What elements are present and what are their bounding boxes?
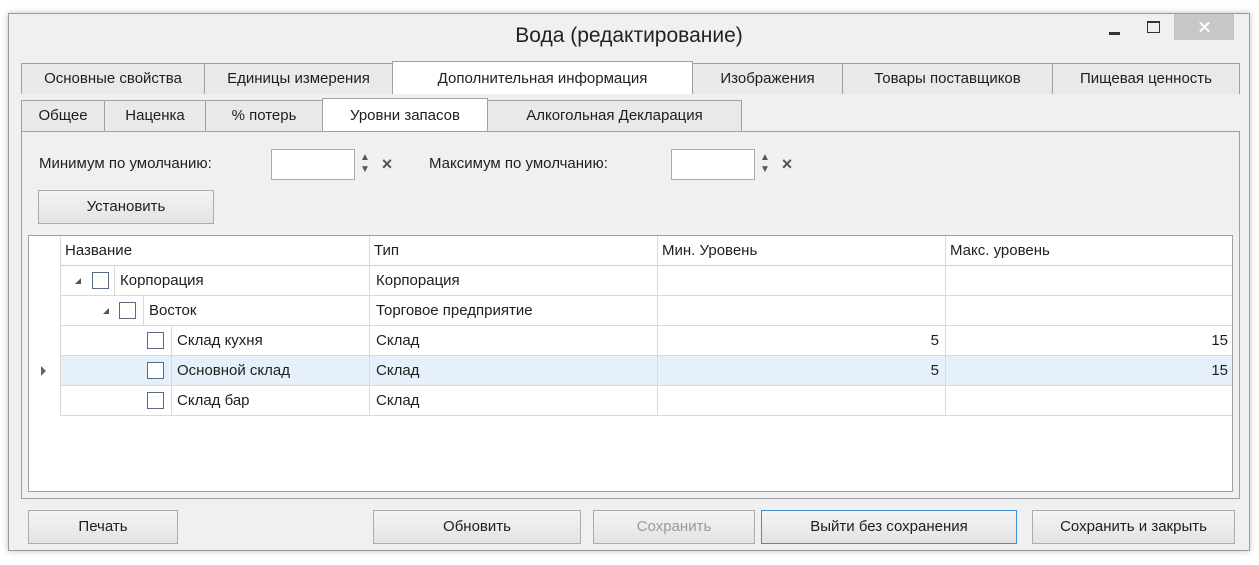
name-cell[interactable]: Склад бар (61, 386, 370, 416)
table-row[interactable]: Основной склад Склад 5 15 (29, 356, 1232, 386)
row-indicator (29, 326, 61, 356)
set-button[interactable]: Установить (38, 190, 214, 224)
checkbox[interactable] (147, 362, 164, 379)
table-row[interactable]: Склад бар Склад (29, 386, 1232, 416)
stock-levels-panel: Минимум по умолчанию: ▲ ▼ × Максимум по у… (21, 131, 1240, 499)
tab-general[interactable]: Общее (21, 100, 105, 131)
table-row[interactable]: Корпорация Корпорация (29, 266, 1232, 296)
min-cell[interactable] (658, 386, 946, 416)
maximize-icon[interactable] (1138, 14, 1168, 42)
max-cell[interactable] (946, 266, 1232, 296)
row-name: Основной склад (171, 356, 290, 386)
name-cell[interactable]: Корпорация (61, 266, 370, 296)
close-icon[interactable] (1174, 14, 1234, 40)
name-cell[interactable]: Восток (61, 296, 370, 326)
tab-alcohol-declaration[interactable]: Алкогольная Декларация (487, 100, 742, 131)
tab-stock-levels[interactable]: Уровни запасов (322, 98, 488, 131)
max-default-input[interactable] (671, 149, 755, 180)
tab-additional-info[interactable]: Дополнительная информация (392, 61, 693, 94)
min-default-label: Минимум по умолчанию: (39, 155, 212, 172)
collapse-icon[interactable] (75, 278, 81, 284)
exit-without-save-button[interactable]: Выйти без сохранения (761, 510, 1017, 544)
stock-levels-grid: Название Тип Мин. Уровень Макс. уровень … (28, 235, 1233, 492)
min-cell[interactable]: 5 (658, 326, 946, 356)
type-cell[interactable]: Склад (370, 356, 658, 386)
row-name: Склад кухня (171, 326, 263, 356)
row-indicator (29, 356, 61, 386)
tab-markup[interactable]: Наценка (104, 100, 206, 131)
tab-main-properties[interactable]: Основные свойства (21, 63, 205, 94)
tab-nutrition[interactable]: Пищевая ценность (1052, 63, 1240, 94)
name-cell[interactable]: Основной склад (61, 356, 370, 386)
tab-units[interactable]: Единицы измерения (204, 63, 393, 94)
max-clear-icon[interactable]: × (776, 149, 798, 180)
title-bar: Вода (редактирование) (9, 14, 1249, 58)
type-cell[interactable]: Склад (370, 326, 658, 356)
save-button[interactable]: Сохранить (593, 510, 755, 544)
row-name: Корпорация (114, 266, 204, 296)
min-cell[interactable] (658, 266, 946, 296)
row-indicator (29, 296, 61, 326)
table-row[interactable]: Восток Торговое предприятие (29, 296, 1232, 326)
min-spin-icon[interactable]: ▲ ▼ (354, 149, 376, 180)
tab-supplier-goods[interactable]: Товары поставщиков (842, 63, 1053, 94)
row-indicator (29, 266, 61, 296)
min-cell[interactable]: 5 (658, 356, 946, 386)
max-default-label: Максимум по умолчанию: (429, 155, 608, 172)
checkbox[interactable] (92, 272, 109, 289)
checkbox[interactable] (147, 332, 164, 349)
collapse-icon[interactable] (103, 308, 109, 314)
max-cell[interactable]: 15 (946, 356, 1232, 386)
save-and-close-button[interactable]: Сохранить и закрыть (1032, 510, 1235, 544)
checkbox[interactable] (147, 392, 164, 409)
minimize-icon[interactable] (1100, 14, 1130, 42)
row-name: Склад бар (171, 386, 250, 416)
grid-corner (29, 236, 61, 266)
max-cell[interactable]: 15 (946, 326, 1232, 356)
print-button[interactable]: Печать (28, 510, 178, 544)
tab-images[interactable]: Изображения (692, 63, 843, 94)
max-cell[interactable] (946, 386, 1232, 416)
type-cell[interactable]: Торговое предприятие (370, 296, 658, 326)
current-row-icon (41, 366, 46, 376)
checkbox[interactable] (119, 302, 136, 319)
type-cell[interactable]: Корпорация (370, 266, 658, 296)
max-spin-icon[interactable]: ▲ ▼ (754, 149, 776, 180)
min-default-input[interactable] (271, 149, 355, 180)
edit-window: Вода (редактирование) Основные свойства … (8, 13, 1250, 551)
window-title: Вода (редактирование) (515, 24, 743, 47)
table-row[interactable]: Склад кухня Склад 5 15 (29, 326, 1232, 356)
min-cell[interactable] (658, 296, 946, 326)
column-header-type[interactable]: Тип (370, 236, 658, 266)
tab-loss-percent[interactable]: % потерь (205, 100, 323, 131)
column-header-name[interactable]: Название (61, 236, 370, 266)
column-header-max[interactable]: Макс. уровень (946, 236, 1232, 266)
row-indicator (29, 386, 61, 416)
name-cell[interactable]: Склад кухня (61, 326, 370, 356)
min-clear-icon[interactable]: × (376, 149, 398, 180)
column-header-min[interactable]: Мин. Уровень (658, 236, 946, 266)
row-name: Восток (143, 296, 196, 326)
type-cell[interactable]: Склад (370, 386, 658, 416)
refresh-button[interactable]: Обновить (373, 510, 581, 544)
max-cell[interactable] (946, 296, 1232, 326)
